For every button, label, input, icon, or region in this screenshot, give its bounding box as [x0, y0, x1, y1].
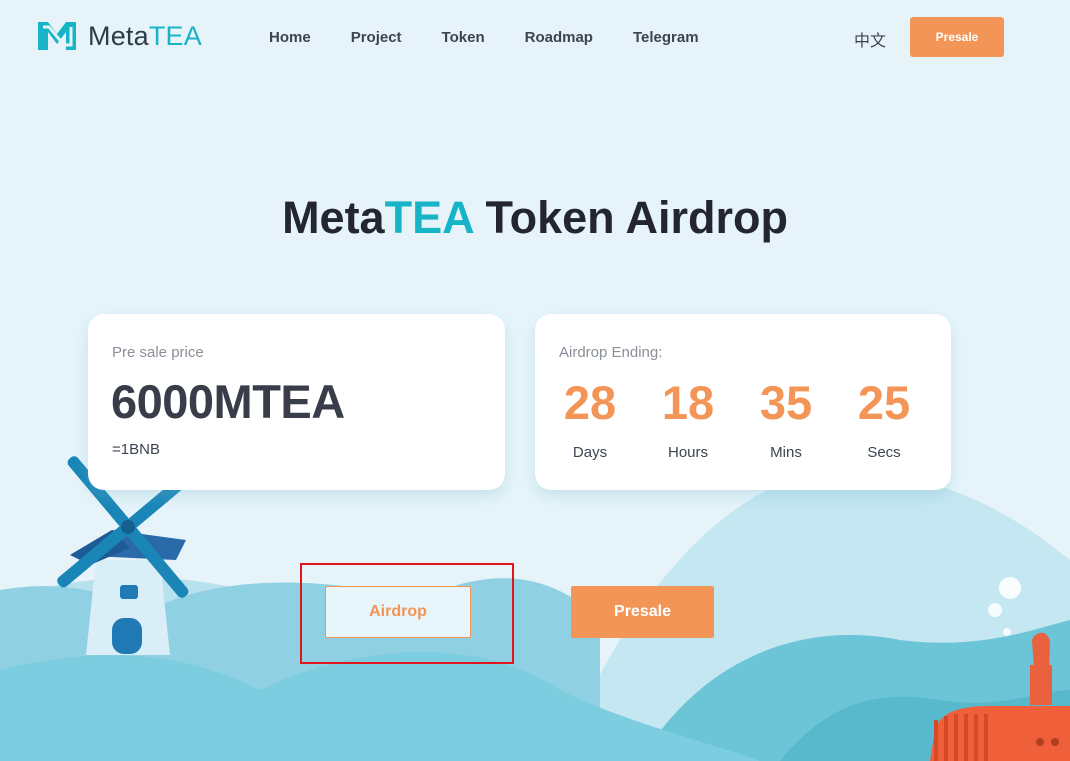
countdown-secs-label: Secs — [867, 444, 901, 461]
highlight-box — [300, 563, 514, 664]
bubble — [1003, 628, 1011, 636]
airdrop-countdown-card: Airdrop Ending: 28 Days 18 Hours 35 Mins… — [535, 314, 951, 490]
nav-item-roadmap[interactable]: Roadmap — [525, 28, 593, 48]
nav-item-telegram[interactable]: Telegram — [633, 28, 699, 48]
countdown-secs-value: 25 — [857, 376, 911, 429]
countdown-days: 28 Days — [550, 374, 630, 461]
bubble — [999, 577, 1021, 599]
nav-item-home[interactable]: Home — [269, 28, 311, 48]
main-nav: Home Project Token Roadmap Telegram — [269, 28, 739, 48]
site-header: MetaTEA Home Project Token Roadmap Teleg… — [0, 0, 1070, 76]
bubble — [988, 603, 1002, 617]
countdown-hours: 18 Hours — [648, 374, 728, 461]
nav-item-project[interactable]: Project — [351, 28, 402, 48]
countdown-mins-value: 35 — [759, 376, 813, 429]
title-part3: Token Airdrop — [472, 192, 788, 243]
title-part1: Meta — [282, 192, 385, 243]
page-title: MetaTEA Token Airdrop — [0, 192, 1070, 244]
brand-name-part2: TEA — [148, 20, 202, 51]
countdown-hours-label: Hours — [667, 444, 708, 461]
presale-price-card: Pre sale price 6000MTEA =1BNB — [88, 314, 505, 490]
language-switch[interactable]: 中文 — [854, 27, 886, 51]
brand-name-part1: Meta — [88, 20, 149, 51]
header-presale-button[interactable]: Presale — [910, 17, 1004, 57]
presale-price-label: Pre sale price — [112, 344, 204, 361]
title-part2: TEA — [384, 192, 473, 243]
presale-price-rate: =1BNB — [112, 441, 160, 458]
countdown-days-value: 28 — [563, 376, 617, 429]
metatea-logo-icon — [38, 22, 76, 50]
presale-button[interactable]: Presale — [571, 586, 714, 638]
nav-item-token[interactable]: Token — [442, 28, 485, 48]
countdown-mins-label: Mins — [770, 444, 802, 461]
countdown-secs: 25 Secs — [844, 374, 924, 461]
brand-logo[interactable]: MetaTEA — [36, 18, 202, 54]
presale-price-value: 6000MTEA — [111, 375, 345, 428]
countdown-days-label: Days — [572, 444, 608, 461]
brand-name: MetaTEA — [88, 21, 202, 52]
countdown-mins: 35 Mins — [746, 374, 826, 461]
countdown-label: Airdrop Ending: — [559, 344, 663, 361]
countdown-hours-value: 18 — [661, 376, 715, 429]
